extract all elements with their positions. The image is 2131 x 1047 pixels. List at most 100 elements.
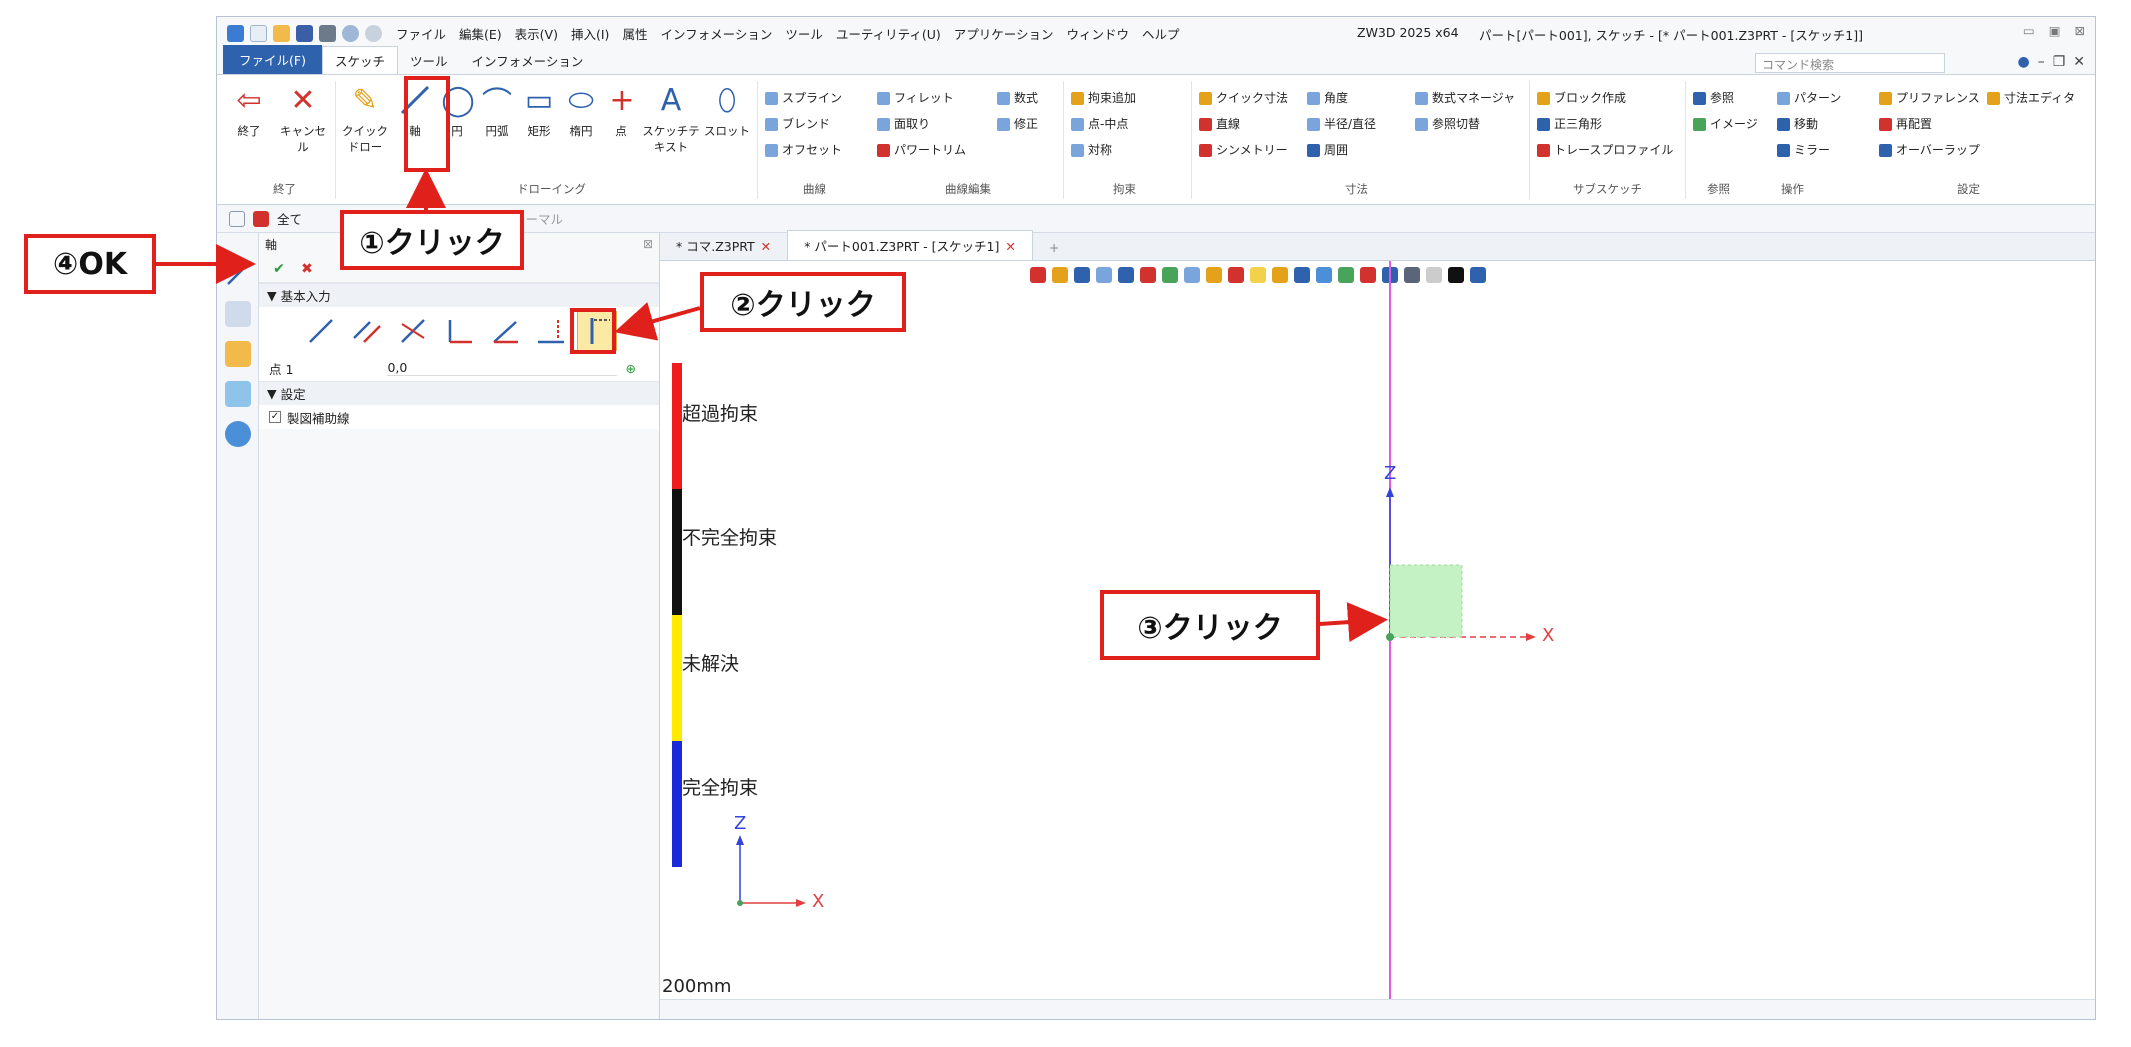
- menu-tools[interactable]: ツール: [785, 24, 823, 43]
- slot-button[interactable]: ⬯ スロット: [703, 81, 751, 139]
- menu-edit[interactable]: 編集(E): [459, 24, 502, 43]
- menu-view[interactable]: 表示(V): [515, 24, 558, 43]
- relocate-button[interactable]: 再配置: [1879, 111, 1980, 137]
- mode-horizontal[interactable]: [531, 311, 571, 351]
- quick-draw-button[interactable]: ✎ クイックドロー: [337, 81, 393, 155]
- exit-button[interactable]: ⇦ 終了: [221, 81, 277, 139]
- formula-button[interactable]: 数式: [997, 85, 1038, 111]
- pattern-icon: [1777, 91, 1790, 105]
- settings-section[interactable]: ▼ 設定: [259, 381, 659, 405]
- preferences-button[interactable]: プリファレンス: [1879, 85, 1980, 111]
- help-icon[interactable]: ●: [2017, 54, 2029, 70]
- menu-attribute[interactable]: 属性: [622, 24, 647, 43]
- fillet-button[interactable]: フィレット: [877, 85, 966, 111]
- tab-part001-sketch[interactable]: * パート001.Z3PRT - [スケッチ1] ✕: [787, 230, 1033, 260]
- user-icon[interactable]: [224, 421, 251, 447]
- menu-window[interactable]: ウィンドウ: [1067, 24, 1130, 43]
- equilateral-triangle-button[interactable]: 正三角形: [1537, 111, 1673, 137]
- menu-application[interactable]: アプリケーション: [954, 24, 1054, 43]
- cancel-x-button[interactable]: ✖: [297, 259, 317, 279]
- minimize-icon[interactable]: ▭: [2023, 23, 2035, 38]
- mode-perpendicular[interactable]: [439, 311, 479, 351]
- tab-sketch[interactable]: スケッチ: [321, 46, 398, 74]
- linear-dimension-button[interactable]: 直線: [1199, 111, 1288, 137]
- close-icon[interactable]: ⊠: [2075, 23, 2085, 38]
- mode-angle[interactable]: [485, 311, 525, 351]
- move-button[interactable]: 移動: [1777, 111, 1841, 137]
- tab-koma-file[interactable]: * コマ.Z3PRT ✕: [660, 231, 787, 260]
- mode-parallel[interactable]: [347, 311, 387, 351]
- chamfer-button[interactable]: 面取り: [877, 111, 966, 137]
- dimension-editor-button[interactable]: 寸法エディタ: [1987, 85, 2075, 111]
- angle-dimension-button[interactable]: 角度: [1307, 85, 1376, 111]
- blend-button[interactable]: ブレンド: [765, 111, 842, 137]
- power-trim-button[interactable]: パワートリム: [877, 137, 966, 163]
- new-file-icon[interactable]: [250, 24, 267, 42]
- redo-icon[interactable]: [365, 24, 382, 42]
- point-button[interactable]: + 点: [603, 81, 639, 139]
- close-doc-icon[interactable]: ✕: [2073, 54, 2085, 70]
- move-icon: [1777, 117, 1790, 131]
- axis-command-icon[interactable]: [225, 261, 251, 287]
- point-1-input[interactable]: 0,0: [387, 360, 618, 376]
- tab-close-icon[interactable]: ✕: [761, 239, 771, 254]
- ribbon-minimize-icon[interactable]: –: [2038, 54, 2045, 70]
- create-block-button[interactable]: ブロック作成: [1537, 85, 1673, 111]
- part-icon[interactable]: [224, 341, 251, 367]
- mode-two-points[interactable]: [301, 311, 341, 351]
- ok-button[interactable]: ✔: [269, 259, 289, 279]
- sketch-viewport[interactable]: 超過拘束 不完全拘束 未解決 完全拘束 Z X Z X 200mm: [660, 261, 2095, 999]
- radius-diameter-button[interactable]: 半径/直径: [1307, 111, 1376, 137]
- basic-input-section[interactable]: ▼ 基本入力: [259, 283, 659, 307]
- perimeter-button[interactable]: 周囲: [1307, 137, 1376, 163]
- add-constraint-button[interactable]: 拘束追加: [1071, 85, 1136, 111]
- sketch-text-button[interactable]: A スケッチテキスト: [641, 81, 701, 155]
- tab-close-icon[interactable]: ✕: [1005, 239, 1015, 254]
- trace-profile-button[interactable]: トレースプロファイル: [1537, 137, 1673, 163]
- save-icon[interactable]: [296, 24, 313, 42]
- reference-button[interactable]: 参照: [1693, 85, 1758, 111]
- menu-utility[interactable]: ユーティリティ(U): [836, 24, 941, 43]
- point-midpoint-button[interactable]: 点-中点: [1071, 111, 1136, 137]
- menu-information[interactable]: インフォメーション: [660, 24, 772, 43]
- menu-help[interactable]: ヘルプ: [1142, 24, 1180, 43]
- offset-button[interactable]: オフセット: [765, 137, 842, 163]
- panel-close-icon[interactable]: ⊠: [643, 237, 653, 251]
- menu-file[interactable]: ファイル: [396, 24, 446, 43]
- quick-dimension-button[interactable]: クイック寸法: [1199, 85, 1288, 111]
- history-tree-icon[interactable]: [224, 301, 251, 327]
- modify-button[interactable]: 修正: [997, 111, 1038, 137]
- view-manager-icon[interactable]: [224, 381, 251, 407]
- symmetry-dimension-button[interactable]: シンメトリー: [1199, 137, 1288, 163]
- mode-bisector[interactable]: [393, 311, 433, 351]
- undo-icon[interactable]: [342, 24, 359, 42]
- construction-line-option[interactable]: ✓ 製図補助線: [259, 405, 659, 429]
- point-options-icon[interactable]: ⊕: [625, 361, 635, 376]
- reference-toggle-button[interactable]: 参照切替: [1415, 111, 1515, 137]
- ellipse-button[interactable]: ⬭ 楕円: [561, 81, 601, 139]
- tab-file[interactable]: ファイル(F): [223, 45, 322, 74]
- construction-line-checkbox[interactable]: ✓: [269, 411, 281, 423]
- maximize-icon[interactable]: ▣: [2049, 23, 2061, 38]
- image-button[interactable]: イメージ: [1693, 111, 1758, 137]
- tab-tools[interactable]: ツール: [398, 47, 460, 74]
- restore-icon[interactable]: ❐: [2053, 54, 2066, 70]
- new-tab-button[interactable]: +: [1033, 235, 1075, 260]
- rectangle-button[interactable]: ▭ 矩形: [519, 81, 559, 139]
- overlap-button[interactable]: オーバーラップ: [1879, 137, 1980, 163]
- print-icon[interactable]: [319, 24, 336, 42]
- add-filter-icon[interactable]: [229, 210, 245, 227]
- command-search-input[interactable]: コマンド検索: [1755, 53, 1945, 73]
- formula-manager-button[interactable]: 数式マネージャ: [1415, 85, 1515, 111]
- open-folder-icon[interactable]: [273, 24, 290, 42]
- cancel-button[interactable]: ✕ キャンセル: [275, 81, 331, 155]
- document-tabs: * コマ.Z3PRT ✕ * パート001.Z3PRT - [スケッチ1] ✕ +: [660, 230, 2095, 261]
- pattern-button[interactable]: パターン: [1777, 85, 1841, 111]
- tab-information[interactable]: インフォメーション: [459, 47, 595, 74]
- symmetric-button[interactable]: 対称: [1071, 137, 1136, 163]
- dimension-column-2: 角度 半径/直径 周囲: [1307, 85, 1376, 163]
- menu-insert[interactable]: 挿入(I): [571, 24, 609, 43]
- arc-button[interactable]: ⌒ 円弧: [477, 81, 517, 139]
- mirror-button[interactable]: ミラー: [1777, 137, 1841, 163]
- spline-button[interactable]: スプライン: [765, 85, 842, 111]
